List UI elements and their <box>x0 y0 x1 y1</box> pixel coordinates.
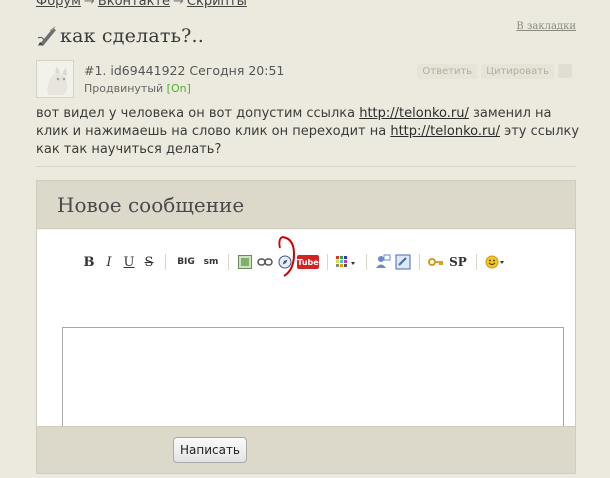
edit-note-icon[interactable] <box>395 254 411 270</box>
post-actions: Ответить Цитировать <box>417 64 572 79</box>
post-meta: #1. id69441922 Сегодня 20:51 <box>84 63 284 78</box>
breadcrumb: Форум → Вконтакте → Скрипты <box>36 0 247 9</box>
toolbar-separator <box>327 254 328 270</box>
forum-page: Форум → Вконтакте → Скрипты В закладки как с… <box>0 0 610 478</box>
post-number: #1. <box>84 63 107 78</box>
editor-area: B I U S BIG sm Tube SP <box>37 230 575 459</box>
reply-footer: Написать <box>37 426 575 473</box>
toolbar-separator <box>165 254 166 270</box>
strike-button[interactable]: S <box>141 253 157 271</box>
reply-title: Новое сообщение <box>57 192 245 217</box>
bold-button[interactable]: B <box>81 253 97 271</box>
bookmark-link[interactable]: В закладки <box>516 21 576 32</box>
italic-button[interactable]: I <box>101 253 117 271</box>
link-icon[interactable] <box>257 254 273 270</box>
topic-title-row: как сделать?.. <box>36 22 204 50</box>
underline-button[interactable]: U <box>121 253 137 271</box>
post-author[interactable]: id69441922 <box>110 63 185 78</box>
breadcrumb-forum[interactable]: Форум <box>36 0 81 9</box>
quill-icon <box>37 26 56 46</box>
breadcrumb-vkontakte[interactable]: Вконтакте <box>98 0 170 9</box>
quote-button[interactable]: Цитировать <box>481 64 554 79</box>
more-icon[interactable] <box>558 64 572 78</box>
author-rank: Продвинутый <box>84 82 164 95</box>
toolbar-separator <box>366 254 367 270</box>
avatar[interactable] <box>36 60 74 98</box>
quote-user-icon[interactable] <box>375 254 391 270</box>
post-rank-line: Продвинутый [On] <box>84 82 191 95</box>
toolbar-separator <box>228 254 229 270</box>
breadcrumb-scripts[interactable]: Скрипты <box>187 0 247 9</box>
post-text: вот видел у человека он вот допустим ссы… <box>36 106 360 121</box>
submit-button[interactable]: Написать <box>173 437 247 463</box>
reply-header: Новое сообщение <box>37 181 575 229</box>
post-link[interactable]: http://telonko.ru/ <box>390 124 500 139</box>
reply-form: Новое сообщение B I U S BIG sm Tube SP Н… <box>36 180 576 474</box>
editor-toolbar: B I U S BIG sm Tube SP <box>81 252 511 272</box>
small-text-button[interactable]: sm <box>202 253 220 271</box>
youtube-button[interactable]: Tube <box>297 255 319 269</box>
online-status: [On] <box>166 82 191 95</box>
reply-button[interactable]: Ответить <box>417 64 478 79</box>
smiley-icon[interactable] <box>485 254 507 270</box>
breadcrumb-separator: → <box>83 0 95 9</box>
key-icon[interactable] <box>428 254 444 270</box>
toolbar-separator <box>476 254 477 270</box>
divider <box>36 166 576 167</box>
post-link[interactable]: http://telonko.ru/ <box>359 106 469 121</box>
topic-title: как сделать?.. <box>60 25 205 47</box>
post-time: Сегодня 20:51 <box>189 63 285 78</box>
compass-icon[interactable] <box>277 254 293 270</box>
post-header: #1. id69441922 Сегодня 20:51 Продвинутый… <box>36 60 576 100</box>
spoiler-button[interactable]: SP <box>448 253 468 271</box>
cat-avatar-icon <box>37 61 73 97</box>
breadcrumb-separator: → <box>173 0 184 9</box>
big-text-button[interactable]: BIG <box>174 253 198 271</box>
post-body: вот видел у человека он вот допустим ссы… <box>36 105 581 159</box>
image-icon[interactable] <box>237 254 253 270</box>
color-palette-icon[interactable] <box>336 254 358 270</box>
toolbar-separator <box>419 254 420 270</box>
